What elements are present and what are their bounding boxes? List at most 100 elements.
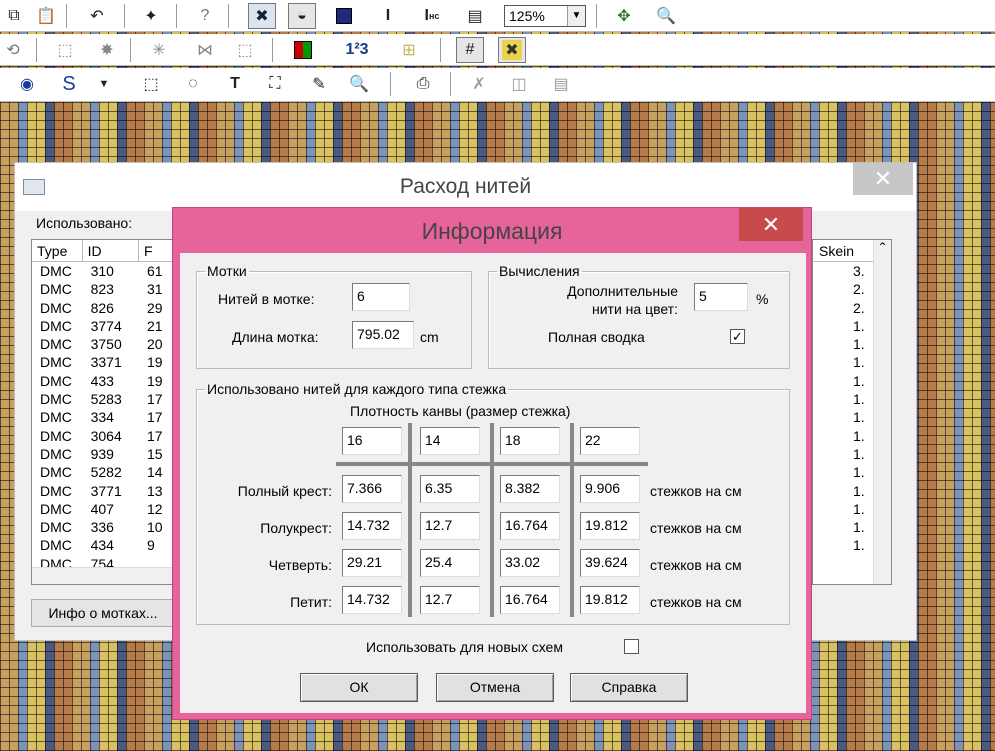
column-id[interactable]: ID bbox=[83, 240, 139, 261]
length-input[interactable]: 795.02 bbox=[352, 321, 414, 349]
usage-value[interactable]: 14.732 bbox=[342, 512, 402, 540]
stack-icon[interactable]: ▤ bbox=[548, 71, 574, 97]
rect-select-icon[interactable]: ⬚ bbox=[138, 71, 164, 97]
printer-icon[interactable]: ⎙ bbox=[410, 71, 436, 97]
stitch-icon[interactable]: ◒ bbox=[288, 3, 316, 29]
table-row[interactable]: DMC 3774 21 bbox=[32, 317, 178, 335]
skein-list[interactable]: Skein 3. 2. 2. 1. 1. 1. 1. 1. 1. 1. 1. 1. 1. 1. 1. 1. ⌃ bbox=[812, 239, 892, 585]
full-cross-icon[interactable]: ✖ bbox=[248, 3, 276, 29]
count-input-16[interactable]: 16 bbox=[342, 427, 402, 455]
table-cell: 336 bbox=[90, 519, 114, 536]
grid-icon[interactable]: # bbox=[456, 37, 484, 63]
horizontal-scrollbar[interactable] bbox=[32, 567, 178, 584]
cancel-button[interactable]: Отмена bbox=[436, 673, 554, 702]
extra-input[interactable]: 5 bbox=[694, 283, 748, 311]
text-tool-icon[interactable]: T bbox=[222, 71, 248, 97]
table-row[interactable]: DMC 336 10 bbox=[32, 518, 178, 536]
usage-value[interactable]: 19.812 bbox=[580, 512, 640, 540]
table-row[interactable]: DMC 826 29 bbox=[32, 299, 178, 317]
frame-icon[interactable]: ⬚ bbox=[232, 37, 258, 63]
mirror-icon[interactable]: ✳ bbox=[146, 37, 172, 63]
bug-icon[interactable]: ✸ bbox=[94, 37, 120, 63]
rotate-icon[interactable]: ⟲ bbox=[2, 37, 24, 63]
extra-label-2: нити на цвет: bbox=[591, 301, 678, 317]
help-button[interactable]: Справка bbox=[570, 673, 688, 702]
usage-value[interactable]: 25.4 bbox=[420, 549, 480, 577]
usage-value[interactable]: 9.906 bbox=[580, 475, 640, 503]
usage-value[interactable]: 16.764 bbox=[500, 586, 560, 614]
lasso-icon[interactable]: ◌ bbox=[180, 71, 206, 97]
table-row[interactable]: DMC 939 15 bbox=[32, 445, 178, 463]
square-icon[interactable] bbox=[330, 3, 358, 29]
magic-icon[interactable]: ✦ bbox=[138, 3, 164, 29]
usage-value[interactable]: 14.732 bbox=[342, 586, 402, 614]
usage-value[interactable]: 29.21 bbox=[342, 549, 402, 577]
select-icon[interactable]: ⬚ bbox=[52, 37, 78, 63]
chevron-down-icon: ▼ bbox=[567, 6, 585, 26]
usage-value[interactable]: 39.624 bbox=[580, 549, 640, 577]
ok-button[interactable]: ОК bbox=[300, 673, 418, 702]
unit-label: стежков на см bbox=[650, 520, 742, 536]
chevron-down-icon[interactable]: ▼ bbox=[94, 71, 114, 97]
toolbar-row-1: ⧉ 📋 ↶ ✦ ? ✖ ◒ I Iнс ▤ 125% ▼ ✥ 🔍 bbox=[0, 0, 995, 32]
table-row[interactable]: DMC 433 19 bbox=[32, 372, 178, 390]
flip-icon[interactable]: ⋈ bbox=[192, 37, 218, 63]
table-cell: 3774 bbox=[90, 317, 122, 334]
usage-value[interactable]: 12.7 bbox=[420, 586, 480, 614]
backstitch-icon[interactable]: I bbox=[376, 3, 400, 29]
palette-icon[interactable] bbox=[290, 37, 316, 63]
usage-value[interactable]: 33.02 bbox=[500, 549, 560, 577]
eyedropper-icon[interactable]: ✎ bbox=[306, 71, 332, 97]
usage-value[interactable]: 6.35 bbox=[420, 475, 480, 503]
strands-input[interactable]: 6 bbox=[352, 283, 410, 311]
undo-icon[interactable]: ↶ bbox=[84, 3, 110, 29]
s-tool-icon[interactable]: S bbox=[56, 71, 82, 97]
fit-icon[interactable]: ✥ bbox=[610, 3, 638, 29]
eye-icon[interactable]: ◉ bbox=[14, 71, 40, 97]
wand-icon[interactable]: ✗ bbox=[466, 71, 492, 97]
usage-value[interactable]: 7.366 bbox=[342, 475, 402, 503]
close-button[interactable]: ✕ bbox=[853, 163, 913, 195]
table-row[interactable]: DMC 434 9 bbox=[32, 536, 178, 554]
paste-icon[interactable]: 📋 bbox=[34, 3, 58, 29]
pattern-icon[interactable]: ⊞ bbox=[396, 37, 422, 63]
knot-icon[interactable]: Iнс bbox=[416, 3, 448, 29]
help-icon[interactable]: ? bbox=[192, 3, 218, 29]
table-row[interactable]: DMC 407 12 bbox=[32, 500, 178, 518]
table-row[interactable]: DMC 310 61 bbox=[32, 262, 178, 280]
used-label: Использовано: bbox=[36, 215, 133, 231]
numbers-icon[interactable]: 1²3 bbox=[342, 37, 372, 63]
table-row[interactable]: DMC 3371 19 bbox=[32, 353, 178, 371]
table-row[interactable]: DMC 3064 17 bbox=[32, 427, 178, 445]
table-row[interactable]: DMC 3750 20 bbox=[32, 335, 178, 353]
column-type[interactable]: Type bbox=[32, 240, 83, 261]
table-row[interactable]: DMC 3771 13 bbox=[32, 482, 178, 500]
zoom-tool-icon[interactable]: 🔍 bbox=[652, 3, 680, 29]
count-input-14[interactable]: 14 bbox=[420, 427, 480, 455]
table-row[interactable]: DMC 823 31 bbox=[32, 280, 178, 298]
usage-value[interactable]: 8.382 bbox=[500, 475, 560, 503]
skein-info-button[interactable]: Инфо о мотках... bbox=[31, 599, 175, 627]
use-new-checkbox[interactable] bbox=[624, 639, 639, 654]
fill-icon[interactable]: ⛶ bbox=[262, 71, 288, 97]
table-row[interactable]: DMC 334 17 bbox=[32, 408, 178, 426]
magnifier-icon[interactable]: 🔍 bbox=[346, 71, 372, 97]
vertical-scrollbar[interactable]: ⌃ bbox=[873, 240, 891, 584]
cross-toggle-icon[interactable]: ✖ bbox=[498, 37, 526, 63]
count-input-18[interactable]: 18 bbox=[500, 427, 560, 455]
count-input-22[interactable]: 22 bbox=[580, 427, 640, 455]
text-icon[interactable]: ▤ bbox=[462, 3, 488, 29]
usage-value[interactable]: 12.7 bbox=[420, 512, 480, 540]
table-row[interactable]: DMC 5282 14 bbox=[32, 463, 178, 481]
copy-icon[interactable]: ⧉ bbox=[2, 3, 26, 29]
table-row[interactable]: DMC 5283 17 bbox=[32, 390, 178, 408]
use-new-label: Использовать для новых схем bbox=[366, 639, 563, 655]
summary-checkbox[interactable]: ✓ bbox=[730, 329, 745, 344]
thread-list[interactable]: Type ID F DMC 310 61 DMC 823 31 DMC 826 29 DMC 377… bbox=[31, 239, 179, 585]
zoom-select[interactable]: 125% ▼ bbox=[504, 5, 586, 27]
split-icon[interactable]: ◫ bbox=[506, 71, 532, 97]
usage-value[interactable]: 16.764 bbox=[500, 512, 560, 540]
table-cell: 334 bbox=[90, 409, 114, 426]
close-button[interactable]: ✕ bbox=[739, 208, 803, 241]
usage-value[interactable]: 19.812 bbox=[580, 586, 640, 614]
